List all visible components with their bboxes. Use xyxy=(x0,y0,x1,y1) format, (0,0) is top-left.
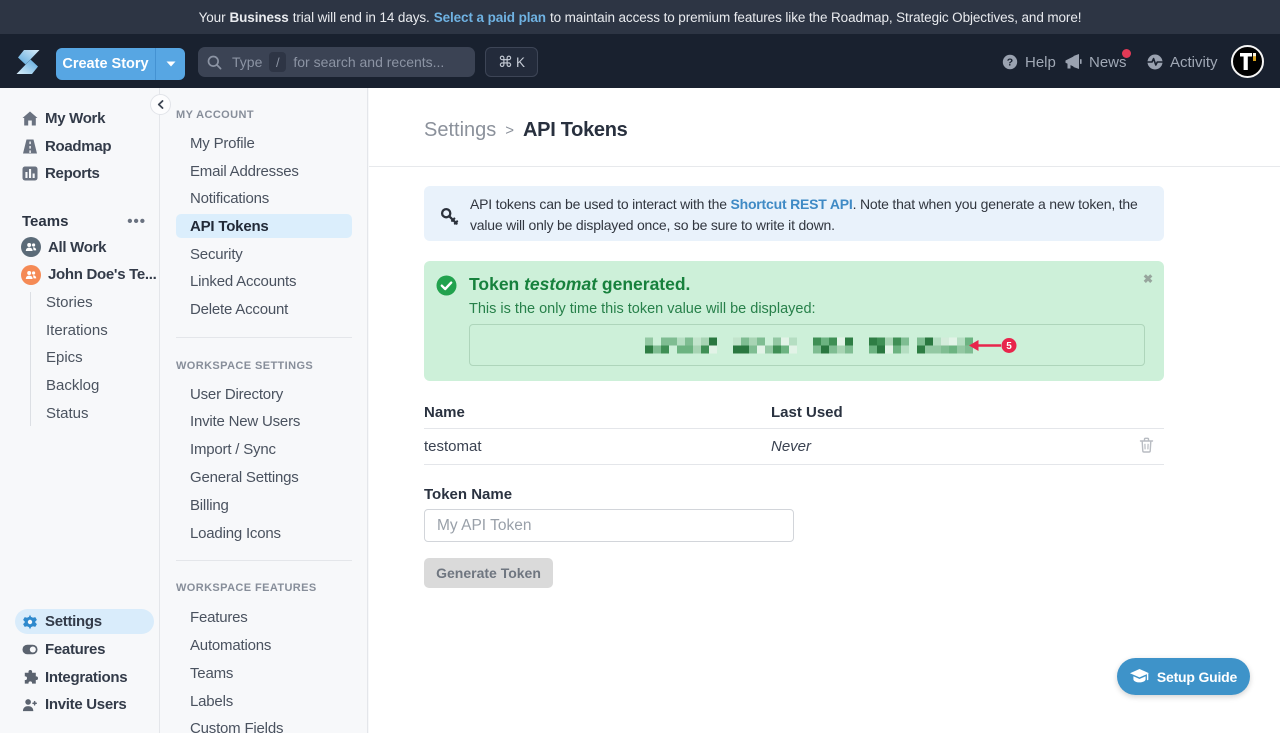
svg-text:?: ? xyxy=(1007,56,1013,68)
svg-text:5: 5 xyxy=(1006,341,1012,352)
